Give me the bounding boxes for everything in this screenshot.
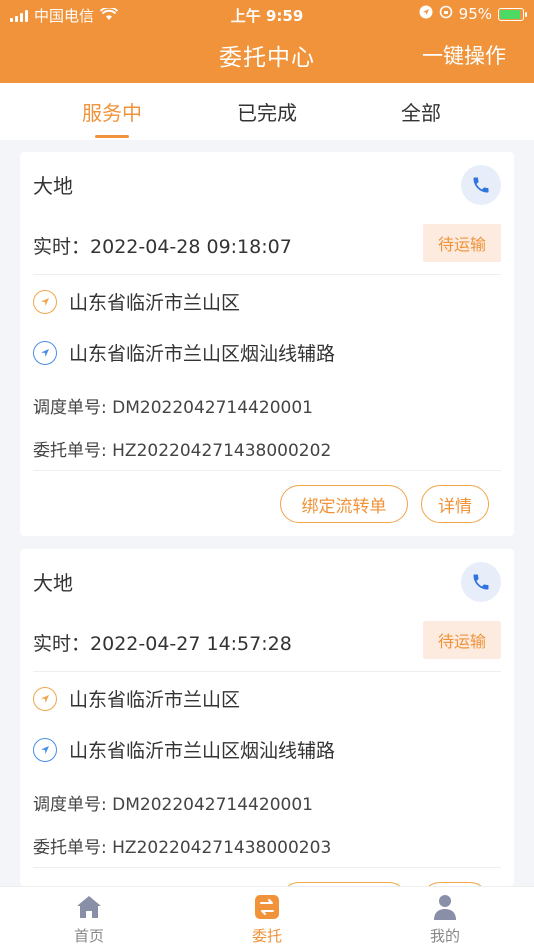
app-header: 中国电信 上午 9:59 95% 委托中心 一键操作 — [0, 0, 534, 83]
entrust-number: 委托单号: HZ202204271438000202 — [33, 436, 331, 461]
dispatch-value: DM2022042714420001 — [112, 795, 313, 815]
divider — [33, 274, 501, 275]
destination-text: 山东省临沂市兰山区烟汕线辅路 — [69, 740, 336, 762]
divider — [33, 470, 501, 471]
bottom-nav: 首页 委托 我的 — [0, 886, 534, 950]
destination-address: 山东省临沂市兰山区烟汕线辅路 — [33, 339, 335, 366]
transfer-icon — [253, 893, 281, 921]
time-value: 2022-04-28 09:18:07 — [90, 236, 292, 258]
status-badge: 待运输 — [423, 224, 501, 262]
destination-arrow-icon — [33, 340, 57, 365]
one-click-action-button[interactable]: 一键操作 — [422, 40, 506, 70]
divider — [33, 671, 501, 672]
tab-label: 服务中 — [82, 101, 142, 125]
divider — [33, 867, 501, 868]
phone-icon — [473, 177, 489, 193]
dispatch-label: 调度单号: — [33, 398, 107, 418]
time-value: 2022-04-27 14:57:28 — [90, 633, 292, 655]
realtime-timestamp: 实时：2022-04-28 09:18:07 — [33, 232, 292, 259]
battery-icon — [498, 7, 527, 21]
tab-completed[interactable]: 已完成 — [207, 97, 327, 126]
status-badge: 待运输 — [423, 621, 501, 659]
nav-home[interactable]: 首页 — [29, 893, 149, 946]
entrust-value: HZ202204271438000203 — [112, 838, 332, 858]
nav-entrust[interactable]: 委托 — [207, 893, 327, 946]
tab-active-indicator — [95, 135, 129, 138]
entrust-label: 委托单号: — [33, 838, 107, 858]
tab-in-service[interactable]: 服务中 — [52, 97, 172, 138]
dispatch-number: 调度单号: DM2022042714420001 — [33, 790, 313, 815]
phone-call-button[interactable] — [461, 165, 501, 205]
phone-call-button[interactable] — [461, 562, 501, 602]
destination-arrow-icon — [33, 737, 57, 762]
user-icon — [431, 893, 459, 921]
location-arrow-icon — [419, 5, 433, 23]
bind-transfer-button[interactable]: 绑定流转单 — [280, 485, 408, 523]
nav-label: 首页 — [73, 927, 104, 945]
origin-address: 山东省临沂市兰山区 — [33, 288, 240, 315]
time-label: 实时： — [33, 236, 91, 258]
time-label: 实时： — [33, 633, 91, 655]
company-name: 大地 — [33, 571, 73, 595]
nav-label: 委托 — [251, 927, 282, 945]
detail-button[interactable]: 详情 — [421, 485, 489, 523]
tab-bar: 服务中 已完成 全部 — [0, 83, 534, 140]
home-icon — [75, 893, 103, 921]
tab-label: 全部 — [401, 101, 441, 125]
status-bar: 中国电信 上午 9:59 95% — [0, 0, 534, 30]
destination-address: 山东省临沂市兰山区烟汕线辅路 — [33, 736, 335, 763]
origin-arrow-icon — [33, 686, 57, 711]
dispatch-value: DM2022042714420001 — [112, 398, 313, 418]
entrust-value: HZ202204271438000202 — [112, 441, 332, 461]
realtime-timestamp: 实时：2022-04-27 14:57:28 — [33, 629, 292, 656]
battery-percent: 95% — [458, 5, 492, 23]
entrust-number: 委托单号: HZ202204271438000203 — [33, 833, 331, 858]
tab-label: 已完成 — [237, 101, 297, 125]
origin-text: 山东省临沂市兰山区 — [69, 689, 241, 711]
phone-icon — [473, 574, 489, 590]
company-name: 大地 — [33, 174, 73, 198]
rotation-lock-icon — [439, 5, 453, 23]
origin-text: 山东省临沂市兰山区 — [69, 292, 241, 314]
order-card[interactable]: 大地 实时：2022-04-27 14:57:28 待运输 山东省临沂市兰山区 … — [20, 549, 514, 920]
order-card[interactable]: 大地 实时：2022-04-28 09:18:07 待运输 山东省临沂市兰山区 … — [20, 152, 514, 536]
nav-mine[interactable]: 我的 — [385, 893, 505, 946]
destination-text: 山东省临沂市兰山区烟汕线辅路 — [69, 343, 336, 365]
dispatch-label: 调度单号: — [33, 795, 107, 815]
origin-address: 山东省临沂市兰山区 — [33, 685, 240, 712]
origin-arrow-icon — [33, 289, 57, 314]
tab-all[interactable]: 全部 — [361, 97, 481, 126]
entrust-label: 委托单号: — [33, 441, 107, 461]
dispatch-number: 调度单号: DM2022042714420001 — [33, 393, 313, 418]
nav-label: 我的 — [429, 927, 460, 945]
